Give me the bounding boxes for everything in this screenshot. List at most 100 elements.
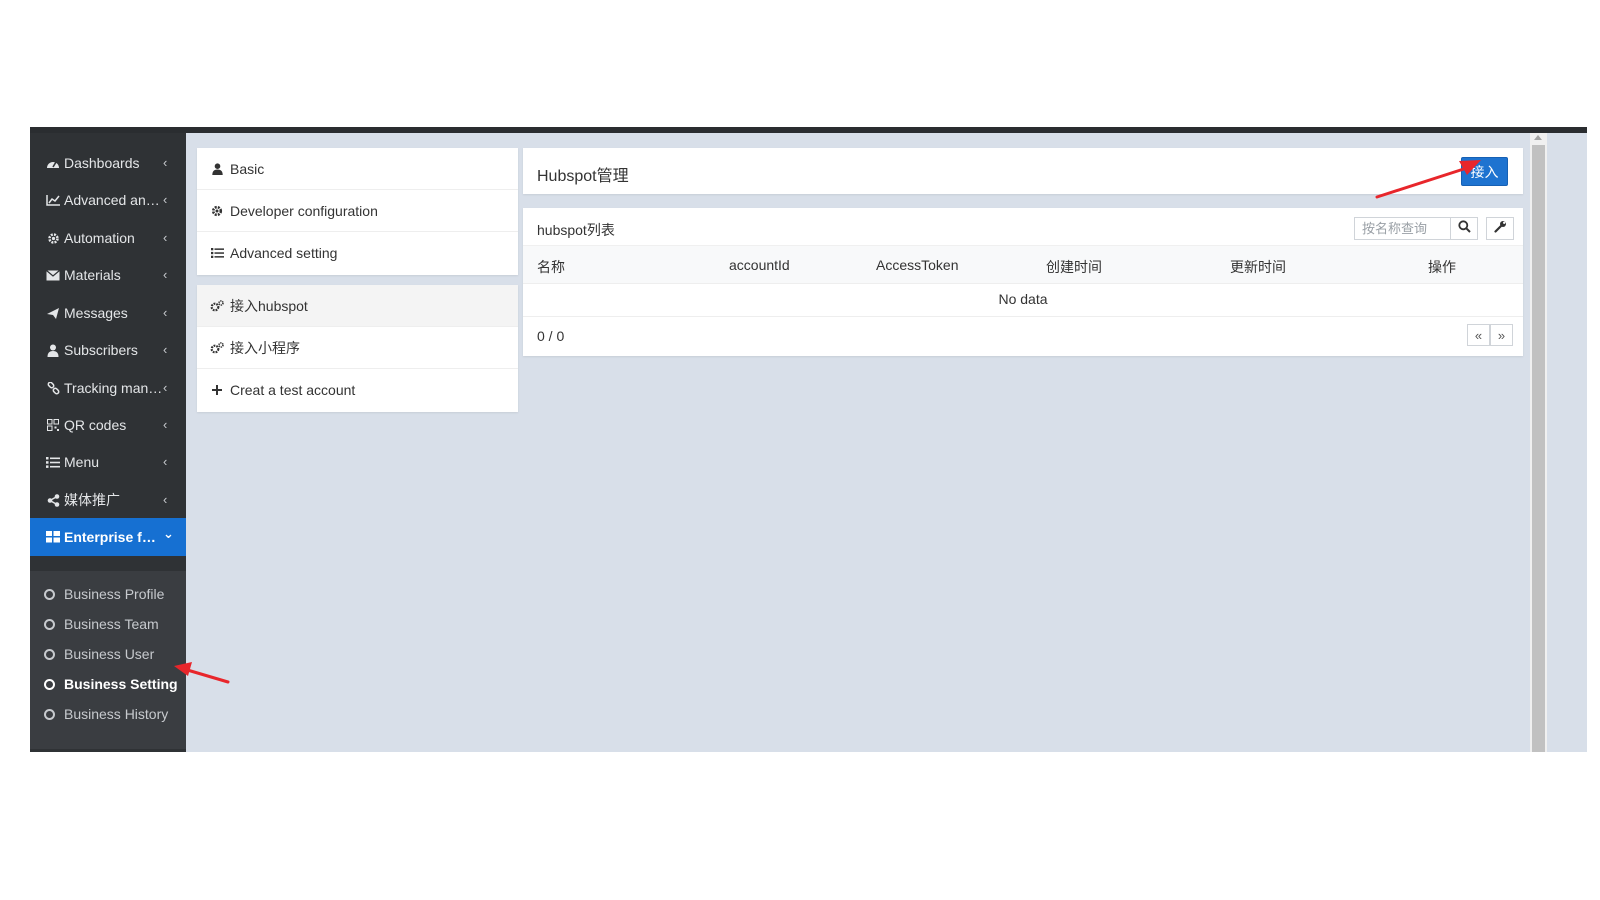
chevron-left-icon: ‹	[163, 380, 168, 395]
prev-page-button[interactable]: «	[1467, 324, 1490, 346]
settings-item-basic[interactable]: Basic	[197, 148, 518, 190]
submenu-item-label: Business Team	[64, 616, 159, 632]
sidebar: Dashboards ‹ Advanced analytics ‹ Automa…	[30, 133, 186, 752]
circle-icon	[44, 618, 55, 630]
page-title: Hubspot管理	[537, 168, 629, 185]
sidebar-item-automation[interactable]: Automation ‹	[30, 219, 186, 257]
submenu-item-business-profile[interactable]: Business Profile	[30, 579, 186, 609]
qrcode-icon	[43, 419, 63, 431]
sidebar-item-label: Messages	[64, 305, 128, 321]
sidebar-item-label: 媒体推广	[64, 492, 120, 508]
circle-icon	[44, 708, 55, 720]
settings-item-advanced-setting[interactable]: Advanced setting	[197, 232, 518, 274]
chevron-left-icon: ‹	[163, 417, 168, 432]
settings-item-connect-mini-program[interactable]: 接入小程序	[197, 327, 518, 369]
scrollbar-thumb[interactable]	[1532, 145, 1545, 752]
submenu-item-business-setting[interactable]: Business Setting	[30, 669, 186, 699]
settings-item-label: 接入hubspot	[230, 297, 308, 314]
scroll-up-arrow-icon[interactable]	[1534, 135, 1542, 140]
chevron-left-icon: ‹	[163, 454, 168, 469]
sidebar-item-subscribers[interactable]: Subscribers ‹	[30, 331, 186, 369]
enterprise-submenu: Business Profile Business Team Business …	[30, 571, 186, 749]
plus-icon	[210, 385, 224, 395]
wrench-icon	[1493, 220, 1507, 238]
submenu-item-label: Business Profile	[64, 586, 165, 602]
settings-item-label: Basic	[230, 160, 265, 177]
column-header[interactable]: accountId	[729, 257, 790, 273]
connect-button[interactable]: 接入	[1461, 157, 1508, 186]
sidebar-item-dashboards[interactable]: Dashboards ‹	[30, 144, 186, 182]
list-title: hubspot列表	[537, 222, 615, 238]
empty-state: No data	[523, 285, 1523, 317]
gear-icon	[43, 232, 63, 245]
gear-icon	[210, 205, 224, 217]
column-header[interactable]: 创建时间	[1046, 257, 1102, 277]
vertical-scrollbar[interactable]	[1530, 133, 1547, 752]
search-button[interactable]	[1450, 217, 1478, 240]
submenu-item-business-team[interactable]: Business Team	[30, 609, 186, 639]
envelope-icon	[43, 269, 63, 281]
settings-item-developer-configuration[interactable]: Developer configuration	[197, 190, 518, 232]
sidebar-item-qr-codes[interactable]: QR codes ‹	[30, 406, 186, 444]
submenu-item-label: Business Setting	[64, 676, 178, 692]
paper-plane-icon	[43, 307, 63, 320]
column-header[interactable]: 操作	[1428, 257, 1456, 277]
settings-item-create-test-account[interactable]: Creat a test account	[197, 369, 518, 411]
table-header: 名称 accountId AccessToken 创建时间 更新时间 操作	[523, 245, 1523, 284]
sidebar-item-media-promotion[interactable]: 媒体推广 ‹	[30, 481, 186, 519]
search-input[interactable]	[1354, 217, 1451, 240]
app-window: Dashboards ‹ Advanced analytics ‹ Automa…	[30, 127, 1587, 752]
sidebar-item-menu[interactable]: Menu ‹	[30, 443, 186, 481]
line-chart-icon	[43, 194, 63, 206]
hubspot-header: Hubspot管理 接入	[523, 148, 1523, 194]
circle-icon	[44, 678, 55, 690]
page-info: 0 / 0	[537, 328, 565, 344]
hubspot-list-panel: hubspot列表 名称 accountId AccessToken 创建时间 …	[523, 208, 1523, 356]
chevron-down-icon: ⌄	[163, 526, 174, 541]
share-icon	[43, 493, 63, 507]
sidebar-item-label: Enterprise functions	[64, 529, 164, 545]
sidebar-item-label: Dashboards	[64, 155, 140, 171]
list-icon	[43, 456, 63, 468]
settings-menu-top: Basic Developer configuration Advanced s…	[197, 148, 518, 275]
sidebar-item-advanced-analytics[interactable]: Advanced analytics ‹	[30, 181, 186, 219]
sidebar-item-label: Automation	[64, 230, 135, 246]
chevron-left-icon: ‹	[163, 230, 168, 245]
chevron-left-icon: ‹	[163, 342, 168, 357]
tools-button[interactable]	[1486, 217, 1514, 240]
sidebar-item-tracking-management[interactable]: Tracking management ‹	[30, 369, 186, 407]
sidebar-item-label: Materials	[64, 267, 121, 283]
sidebar-item-label: Tracking management	[64, 380, 164, 396]
list-icon	[210, 248, 224, 258]
chevron-left-icon: ‹	[163, 155, 168, 170]
chevron-left-icon: ‹	[163, 492, 168, 507]
settings-menu-bottom: 接入hubspot 接入小程序 Creat a test account	[197, 285, 518, 412]
submenu-item-label: Business History	[64, 706, 169, 722]
grid-icon	[43, 531, 63, 543]
circle-icon	[44, 648, 55, 660]
sidebar-item-materials[interactable]: Materials ‹	[30, 256, 186, 294]
submenu-item-business-user[interactable]: Business User	[30, 639, 186, 669]
submenu-item-business-history[interactable]: Business History	[30, 699, 186, 729]
search-icon	[1457, 219, 1471, 238]
settings-item-connect-hubspot[interactable]: 接入hubspot	[197, 285, 518, 327]
sidebar-item-enterprise-functions[interactable]: Enterprise functions ⌄	[30, 518, 186, 556]
sidebar-item-label: Subscribers	[64, 342, 138, 358]
column-header[interactable]: AccessToken	[876, 257, 958, 273]
chevron-left-icon: ‹	[163, 267, 168, 282]
user-icon	[43, 344, 63, 357]
chevron-left-icon: ‹	[163, 305, 168, 320]
settings-item-label: Creat a test account	[230, 382, 356, 398]
user-icon	[210, 162, 224, 175]
settings-item-label: Developer configuration	[230, 202, 378, 219]
sidebar-item-label: QR codes	[64, 417, 127, 433]
gears-icon	[210, 299, 224, 312]
sidebar-item-messages[interactable]: Messages ‹	[30, 294, 186, 332]
next-page-button[interactable]: »	[1490, 324, 1513, 346]
column-header[interactable]: 名称	[537, 257, 565, 277]
sidebar-item-label: Menu	[64, 454, 100, 470]
settings-item-label: 接入小程序	[230, 339, 300, 356]
link-icon	[43, 381, 63, 395]
column-header[interactable]: 更新时间	[1230, 257, 1286, 277]
gears-icon	[210, 341, 224, 354]
